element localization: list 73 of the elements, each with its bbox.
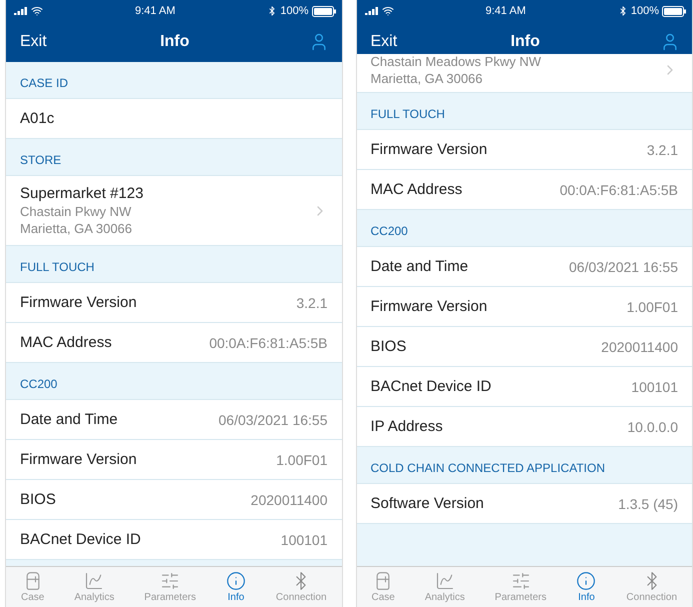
tab[interactable]: Analytics [74,571,114,603]
row-label: Firmware Version [370,298,488,315]
row-label: IP Address [370,418,443,435]
row-label: BIOS [20,491,56,508]
row-label: Date and Time [20,411,118,428]
tab[interactable]: Connection [276,571,327,603]
line-chart-icon [434,571,455,591]
section-title: FULL TOUCH [370,107,445,121]
tab[interactable]: Info [576,571,596,603]
tab[interactable]: Parameters [144,571,196,603]
store-name: Supermarket #123 [20,185,144,202]
tab[interactable]: Case [371,571,395,603]
row-label: MAC Address [20,334,112,351]
row-value: 1.00F01 [276,452,328,468]
row-label: MAC Address [370,181,462,198]
row-value: 3.2.1 [646,142,678,158]
row-label: BACnet Device ID [370,378,492,395]
row-label: Firmware Version [20,451,137,468]
section-title: CC200 [20,377,58,391]
status-time: 9:41 AM [486,5,526,17]
info-icon [226,571,246,591]
row-label: Date and Time [370,258,468,275]
store-address: Chastain Meadows Pkwy NW [370,54,541,69]
bluetooth-icon [267,6,278,16]
row-value: 10.0.0.0 [627,418,678,434]
row-label: Software Version [370,495,484,512]
section-title: STORE [20,153,62,167]
tab[interactable]: Info [226,571,246,603]
tab[interactable]: Parameters [494,571,546,603]
row-value: 1.3.5 (45) [618,496,678,512]
status-time: 9:41 AM [135,5,176,17]
store-address: Marietta, GA 30066 [370,71,484,86]
section-title: CASE ID [20,76,68,90]
store-address: Marietta, GA 30066 [20,221,134,236]
store-row[interactable]: Chastain Meadows Pkwy NW Marietta, GA 30066 [356,54,692,93]
exit-button[interactable]: Exit [370,33,430,51]
row-label: Firmware Version [370,141,488,158]
sliders-icon [510,571,531,591]
row-value: 00:0A:F6:81:A5:5B [560,182,678,198]
row-label: BIOS [370,338,406,355]
nav-title: Info [160,33,190,51]
tab[interactable]: Case [20,571,44,603]
battery-percent: 100% [280,5,308,17]
battery-percent: 100% [630,5,659,17]
row-label: Firmware Version [20,294,137,311]
row-value: 2020011400 [250,492,328,508]
signal-icon [364,6,378,16]
tab[interactable]: Connection [626,571,678,603]
row-label: BACnet Device ID [20,531,141,548]
store-row[interactable]: Supermarket #123 Chastain Pkwy NW Marietta, GA 30066 [6,176,342,246]
store-address: Chastain Pkwy NW [20,204,132,219]
row-value: 06/03/2021 16:55 [218,412,328,428]
bluetooth-icon [618,6,628,16]
sliders-icon [160,571,180,591]
info-icon [576,571,596,591]
signal-icon [14,6,28,16]
section-title: FULL TOUCH [20,260,94,274]
section-title: COLD CHAIN CONNECTED APPLICATION [370,461,605,475]
battery-icon [662,6,686,16]
exit-button[interactable]: Exit [20,33,80,51]
case-id-value: A01c [20,110,54,127]
row-value: 2020011400 [601,338,678,354]
battery-icon [312,6,336,16]
row-value: 1.00F01 [626,298,678,314]
section-title: CC200 [370,224,408,238]
row-value: 100101 [280,532,328,548]
line-chart-icon [84,571,104,591]
row-value: 00:0A:F6:81:A5:5B [209,334,328,350]
tab[interactable]: Analytics [424,571,465,603]
nav-title: Info [510,33,540,51]
row-value: 3.2.1 [296,294,328,310]
row-value: 06/03/2021 16:55 [569,258,678,274]
row-value: 100101 [631,378,678,394]
